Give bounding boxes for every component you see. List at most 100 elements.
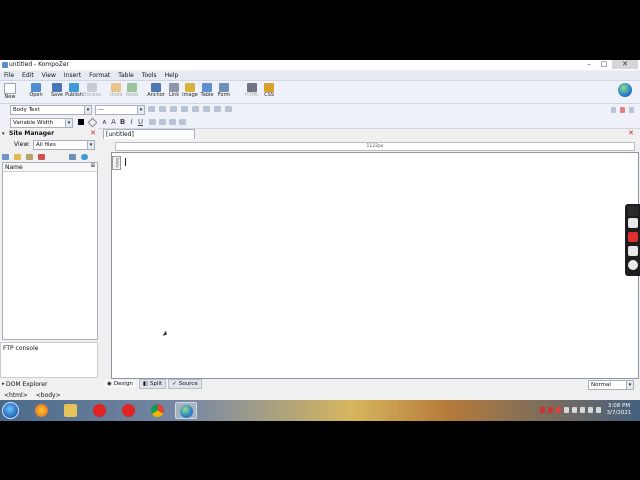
title-bar: untitled - KompoZer – □ ✕: [0, 60, 640, 70]
tray-icon[interactable]: [572, 407, 577, 413]
refresh-icon[interactable]: [2, 153, 9, 160]
toolbar-option-icon[interactable]: [620, 107, 625, 113]
css-button[interactable]: CSS: [259, 83, 279, 99]
indent-icon[interactable]: [203, 106, 210, 112]
expand-triangle-icon[interactable]: ▸: [2, 381, 5, 387]
tab-source[interactable]: ✓ Source: [168, 379, 202, 389]
breadcrumb-html[interactable]: <html>: [4, 392, 28, 399]
menu-edit[interactable]: Edit: [18, 71, 38, 80]
breadcrumb-body[interactable]: <body>: [36, 392, 61, 399]
site-settings-icon[interactable]: [69, 153, 76, 160]
delete-icon[interactable]: [38, 153, 45, 160]
camera-icon[interactable]: [628, 218, 638, 228]
align-left-icon[interactable]: [149, 119, 156, 125]
plus-icon[interactable]: [628, 206, 638, 216]
taskbar-firefox[interactable]: [30, 402, 52, 419]
font-select[interactable]: Variable Width ▾: [10, 118, 73, 128]
underline-button[interactable]: U: [136, 118, 145, 126]
form-button[interactable]: Form: [214, 83, 234, 99]
menu-file[interactable]: File: [0, 71, 18, 80]
tab-split[interactable]: ◧ Split: [138, 379, 167, 389]
breadcrumb: <html> <body>: [4, 391, 61, 399]
taskbar-opera-2[interactable]: [117, 402, 139, 419]
gear-icon[interactable]: [628, 260, 638, 270]
tray-icon[interactable]: [548, 407, 553, 413]
table-grid-icon: [202, 83, 212, 92]
toolbar-option-icon[interactable]: [629, 107, 634, 113]
larger-font-icon[interactable]: A: [109, 118, 118, 126]
close-icon[interactable]: ✕: [90, 129, 96, 137]
new-button[interactable]: New: [0, 83, 20, 101]
taskbar-chrome[interactable]: [146, 402, 168, 419]
collapse-triangle-icon[interactable]: ▾: [2, 131, 5, 137]
definition-list-icon[interactable]: [181, 106, 188, 112]
outdent-icon[interactable]: [192, 106, 199, 112]
tab-design[interactable]: ◉ Design: [103, 379, 137, 389]
menu-insert[interactable]: Insert: [60, 71, 85, 80]
tray-icon[interactable]: [556, 407, 561, 413]
taskbar-opera[interactable]: [88, 402, 110, 419]
site-file-list[interactable]: Name ⊞: [2, 162, 98, 340]
italic-button[interactable]: I: [127, 118, 136, 126]
menu-view[interactable]: View: [38, 71, 60, 80]
align-center-icon[interactable]: [159, 119, 166, 125]
form-icon: [219, 83, 229, 92]
align-justify-icon[interactable]: [179, 119, 186, 125]
publish-button[interactable]: Publish: [64, 83, 84, 99]
kompozer-icon: [179, 405, 193, 418]
ftp-console-panel: FTP console: [0, 342, 98, 378]
chevron-down-icon: ▾: [87, 141, 94, 149]
edit-icon[interactable]: [26, 153, 33, 160]
view-filter-select[interactable]: All files ▾: [33, 140, 95, 150]
start-button[interactable]: [2, 402, 19, 419]
menu-format[interactable]: Format: [85, 71, 114, 80]
width-ruler: 1122px: [115, 142, 635, 151]
zoom-select[interactable]: Normal ▾: [588, 380, 634, 390]
column-picker-icon[interactable]: ⊞: [91, 163, 95, 169]
bold-button[interactable]: B: [118, 118, 127, 126]
class-select[interactable]: --- ▾: [95, 105, 145, 115]
text-justify-icon[interactable]: [225, 106, 232, 112]
volume-icon[interactable]: [580, 407, 585, 413]
smaller-font-icon[interactable]: ᴀ: [100, 118, 109, 126]
menu-help[interactable]: Help: [161, 71, 183, 80]
gallery-icon[interactable]: [628, 246, 638, 256]
close-window-button[interactable]: ✕: [612, 60, 638, 69]
clock[interactable]: 3:08 PM 3/7/2021: [606, 403, 632, 417]
anchor-button[interactable]: Anchor: [146, 83, 166, 99]
site-manager-title: Site Manager: [9, 130, 55, 137]
eye-icon: ◉: [107, 381, 112, 387]
menu-table[interactable]: Table: [114, 71, 138, 80]
taskbar: 3:08 PM 3/7/2021: [0, 400, 640, 421]
flag-icon[interactable]: [596, 407, 601, 413]
highlight-color-icon[interactable]: [87, 117, 98, 128]
align-right-icon[interactable]: [169, 119, 176, 125]
minimize-button[interactable]: –: [582, 60, 596, 69]
open-button[interactable]: Open: [26, 83, 46, 99]
text-color-swatch[interactable]: [78, 119, 84, 125]
publish-site-icon[interactable]: [81, 153, 88, 160]
numbered-list-icon[interactable]: [159, 106, 166, 112]
document-tab-label: [untitled]: [106, 131, 134, 138]
new-folder-icon[interactable]: [14, 153, 21, 160]
network-icon[interactable]: [588, 407, 593, 413]
bullet-list-icon[interactable]: [148, 106, 155, 112]
record-video-icon[interactable]: [628, 232, 638, 242]
browse-button[interactable]: Browse: [82, 83, 102, 99]
dom-explorer-panel[interactable]: ▸ DOM Explorer: [0, 380, 98, 389]
menu-tools[interactable]: Tools: [138, 71, 161, 80]
text-align-icon[interactable]: [214, 106, 221, 112]
maximize-button[interactable]: □: [597, 60, 611, 69]
list-icon[interactable]: [170, 106, 177, 112]
redo-button[interactable]: Redo: [122, 83, 142, 99]
name-column-header[interactable]: Name ⊞: [3, 163, 97, 172]
taskbar-explorer[interactable]: [59, 402, 81, 419]
tray-icon[interactable]: [540, 407, 545, 413]
design-canvas[interactable]: body: [111, 152, 639, 379]
document-tab[interactable]: [untitled]: [103, 129, 195, 139]
tray-icon[interactable]: [564, 407, 569, 413]
taskbar-kompozer[interactable]: [175, 402, 197, 419]
paragraph-style-select[interactable]: Body Text ▾: [10, 105, 92, 115]
toolbar-option-icon[interactable]: [611, 107, 616, 113]
close-tab-icon[interactable]: ✕: [628, 129, 634, 137]
